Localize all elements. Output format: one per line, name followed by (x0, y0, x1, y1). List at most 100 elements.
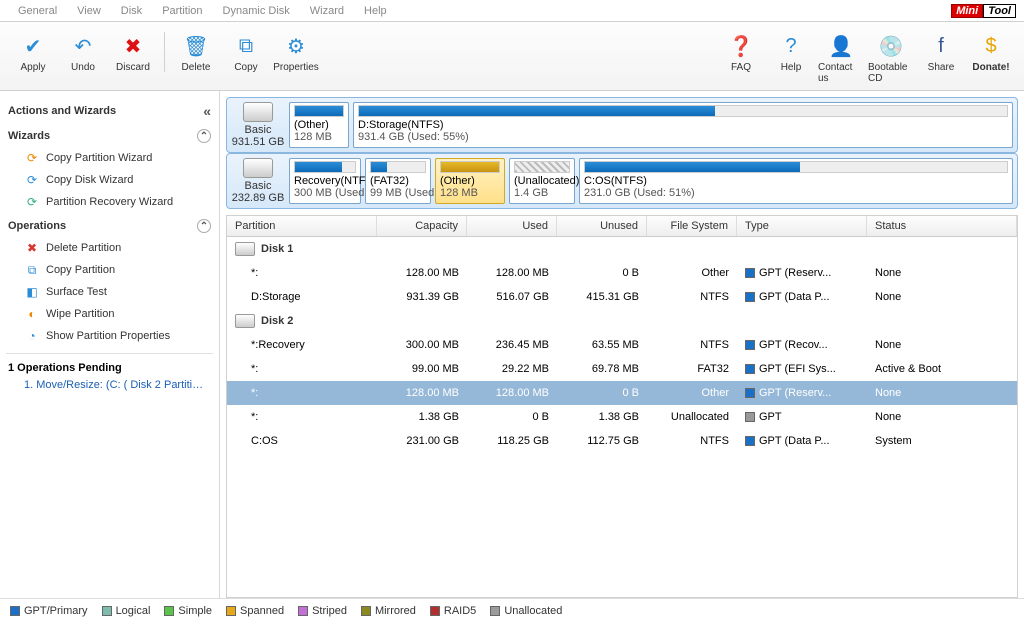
partition-box[interactable]: C:OS(NTFS)231.0 GB (Used: 51%) (579, 158, 1013, 204)
disk-icon (243, 158, 273, 178)
menubar: GeneralViewDiskPartitionDynamic DiskWiza… (0, 0, 1024, 22)
legend-item: Simple (164, 605, 212, 617)
grid-header-cell[interactable]: Unused (557, 216, 647, 236)
cell: NTFS (647, 337, 737, 353)
menu-help[interactable]: Help (354, 5, 397, 17)
bootable-button-icon: 💿 (877, 32, 905, 60)
sidebar-item[interactable]: ◔Show Partition Properties (6, 325, 213, 347)
cell: GPT (Reserv... (737, 385, 867, 401)
brand-logo: MiniTool (951, 2, 1016, 20)
legend-item: Striped (298, 605, 347, 617)
cell: 99.00 MB (377, 361, 467, 377)
partition-grid: PartitionCapacityUsedUnusedFile SystemTy… (226, 215, 1018, 598)
properties-button[interactable]: ⚙Properties (271, 28, 321, 77)
partition-box[interactable]: D:Storage(NTFS)931.4 GB (Used: 55%) (353, 102, 1013, 148)
grid-header-cell[interactable]: Capacity (377, 216, 467, 236)
table-row[interactable]: *:Recovery300.00 MB236.45 MB63.55 MBNTFS… (227, 333, 1017, 357)
delete-button-icon: 🗑 (182, 32, 210, 60)
grid-header-cell[interactable]: File System (647, 216, 737, 236)
partition-bar (294, 105, 344, 117)
legend-color (298, 606, 308, 616)
disk-head[interactable]: Basic232.89 GB (231, 158, 285, 204)
apply-button[interactable]: ✔Apply (8, 28, 58, 77)
cell: NTFS (647, 433, 737, 449)
disk-map-row: Basic931.51 GB(Other)128 MBD:Storage(NTF… (226, 97, 1018, 153)
sidebar-item[interactable]: ⟳Copy Disk Wizard (6, 169, 213, 191)
discard-button[interactable]: ✖Discard (108, 28, 158, 77)
disk-icon (243, 102, 273, 122)
cell: 69.78 MB (557, 361, 647, 377)
partition-sub: 231.0 GB (Used: 51%) (584, 187, 1008, 199)
grid-header-cell[interactable]: Status (867, 216, 1017, 236)
caret-icon[interactable]: ⌃ (197, 129, 211, 143)
cell: 128.00 MB (467, 265, 557, 281)
sidebar-item[interactable]: ✖Delete Partition (6, 237, 213, 259)
partition-box[interactable]: Recovery(NTF300 MB (Used: (289, 158, 361, 204)
table-row[interactable]: *:1.38 GB0 B1.38 GBUnallocatedGPTNone (227, 405, 1017, 429)
cell: GPT (Reserv... (737, 265, 867, 281)
toolbar: ✔Apply↶Undo✖Discard 🗑Delete⧉Copy⚙Properti… (0, 22, 1024, 91)
faq-button[interactable]: ❓FAQ (716, 28, 766, 88)
bootable-button-label: Bootable CD (868, 62, 914, 84)
sidebar-item[interactable]: ⟳Copy Partition Wizard (6, 147, 213, 169)
disk-head[interactable]: Basic931.51 GB (231, 102, 285, 148)
menu-general[interactable]: General (8, 5, 67, 17)
pending-item[interactable]: 1. Move/Resize: (C: ( Disk 2 Partition..… (6, 376, 213, 394)
cell: GPT (Data P... (737, 289, 867, 305)
type-color-box (745, 364, 755, 374)
grid-header-cell[interactable]: Used (467, 216, 557, 236)
legend-item: Logical (102, 605, 151, 617)
sidebar-section-wizards: Wizards⌃ (6, 123, 213, 147)
bootable-button[interactable]: 💿Bootable CD (866, 28, 916, 88)
collapse-icon[interactable]: « (203, 103, 211, 119)
disk-group-header[interactable]: Disk 1 (227, 237, 1017, 261)
menu-disk[interactable]: Disk (111, 5, 152, 17)
cell: 63.55 MB (557, 337, 647, 353)
donate-button[interactable]: $Donate! (966, 28, 1016, 88)
menu-dynamic-disk[interactable]: Dynamic Disk (213, 5, 300, 17)
menu-view[interactable]: View (67, 5, 111, 17)
copy-button[interactable]: ⧉Copy (221, 28, 271, 77)
legend-color (226, 606, 236, 616)
partition-box[interactable]: (FAT32)99 MB (Used: : (365, 158, 431, 204)
table-row[interactable]: C:OS231.00 GB118.25 GB112.75 GBNTFSGPT (… (227, 429, 1017, 453)
share-button[interactable]: fShare (916, 28, 966, 88)
sidebar-item-icon: ⟳ (24, 172, 40, 188)
sidebar-item-label: Wipe Partition (46, 308, 114, 320)
partition-box[interactable]: (Other)128 MB (435, 158, 505, 204)
partition-bar (440, 161, 500, 173)
sidebar-item[interactable]: ⧉Copy Partition (6, 259, 213, 281)
table-row[interactable]: *:128.00 MB128.00 MB0 BOtherGPT (Reserv.… (227, 261, 1017, 285)
table-row[interactable]: D:Storage931.39 GB516.07 GB415.31 GBNTFS… (227, 285, 1017, 309)
legend-color (164, 606, 174, 616)
undo-button[interactable]: ↶Undo (58, 28, 108, 77)
legend-color (430, 606, 440, 616)
disk-group-header[interactable]: Disk 2 (227, 309, 1017, 333)
table-row[interactable]: *:128.00 MB128.00 MB0 BOtherGPT (Reserv.… (227, 381, 1017, 405)
sidebar-section-operations: Operations⌃ (6, 213, 213, 237)
partition-name: (Other) (440, 175, 500, 187)
contact-button[interactable]: 👤Contact us (816, 28, 866, 88)
grid-header-cell[interactable]: Type (737, 216, 867, 236)
help-button[interactable]: ?Help (766, 28, 816, 88)
cell: 128.00 MB (377, 385, 467, 401)
sidebar-item[interactable]: ⟳Partition Recovery Wizard (6, 191, 213, 213)
caret-icon[interactable]: ⌃ (197, 219, 211, 233)
menu-partition[interactable]: Partition (152, 5, 212, 17)
cell: *: (227, 265, 377, 281)
sidebar-item[interactable]: ◐Wipe Partition (6, 303, 213, 325)
grid-header-cell[interactable]: Partition (227, 216, 377, 236)
partition-name: (Other) (294, 119, 344, 131)
partition-box[interactable]: (Other)128 MB (289, 102, 349, 148)
partition-name: (FAT32) (370, 175, 426, 187)
delete-button[interactable]: 🗑Delete (171, 28, 221, 77)
sidebar-item[interactable]: ◧Surface Test (6, 281, 213, 303)
partition-bar (370, 161, 426, 173)
contact-button-icon: 👤 (827, 32, 855, 60)
partition-sub: 1.4 GB (514, 187, 570, 199)
cell: None (867, 385, 1017, 401)
cell: 931.39 GB (377, 289, 467, 305)
partition-box[interactable]: (Unallocated)1.4 GB (509, 158, 575, 204)
menu-wizard[interactable]: Wizard (300, 5, 354, 17)
table-row[interactable]: *:99.00 MB29.22 MB69.78 MBFAT32GPT (EFI … (227, 357, 1017, 381)
